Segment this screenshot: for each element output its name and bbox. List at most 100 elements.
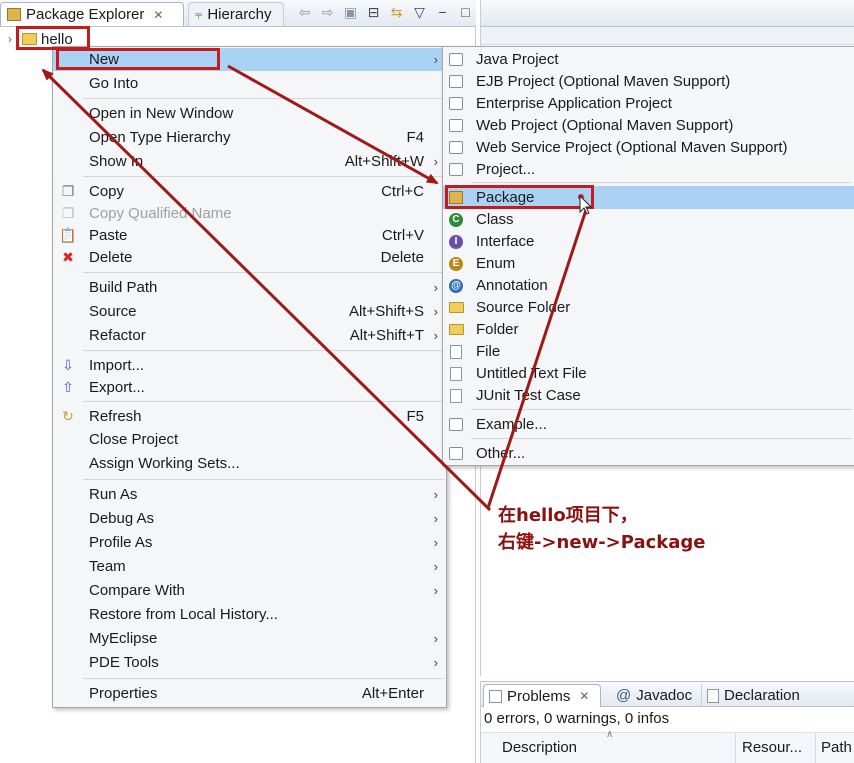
submenu-item-enum[interactable]: E Enum — [443, 252, 854, 275]
menu-item-source[interactable]: Source Alt+Shift+S › — [53, 300, 446, 323]
tab-package-explorer[interactable]: Package Explorer ✕ — [0, 2, 184, 26]
submenu-item-interface[interactable]: I Interface — [443, 230, 854, 253]
export-icon: ⇧ — [62, 379, 74, 395]
submenu-item-untitled-text-file[interactable]: Untitled Text File — [443, 362, 854, 385]
column-path[interactable]: Path — [821, 739, 852, 756]
collapse-all-icon[interactable]: ⊟ — [365, 4, 382, 21]
import-icon: ⇩ — [62, 357, 74, 373]
menu-item-myeclipse[interactable]: MyEclipse › — [53, 627, 446, 650]
annotation-icon: @ — [448, 278, 464, 294]
submenu-item-project[interactable]: Project... — [443, 158, 854, 181]
new-submenu: Java Project EJB Project (Optional Maven … — [442, 46, 854, 466]
menu-item-open-type-hierarchy[interactable]: Open Type Hierarchy F4 — [53, 126, 446, 149]
column-description[interactable]: Description — [502, 739, 577, 756]
up-icon[interactable]: ▣ — [342, 4, 359, 21]
menu-item-label: New — [89, 51, 120, 68]
close-icon[interactable]: ✕ — [153, 8, 163, 22]
menu-item-close-project[interactable]: Close Project — [53, 428, 446, 451]
menu-item-team[interactable]: Team › — [53, 555, 446, 578]
submenu-item-java-project[interactable]: Java Project — [443, 48, 854, 71]
menu-item-paste[interactable]: 📋 Paste Ctrl+V — [53, 224, 446, 247]
menu-item-run-as[interactable]: Run As › — [53, 483, 446, 506]
back-icon[interactable]: ⇦ — [296, 4, 313, 21]
submenu-item-class[interactable]: C Class — [443, 208, 854, 231]
menu-item-label: Export... — [89, 379, 145, 396]
junit-icon — [448, 388, 464, 404]
submenu-item-annotation[interactable]: @ Annotation — [443, 274, 854, 297]
minimize-icon[interactable]: − — [434, 4, 451, 21]
submenu-arrow-icon: › — [433, 487, 438, 502]
web-project-icon — [448, 118, 464, 134]
menu-item-compare-with[interactable]: Compare With › — [53, 579, 446, 602]
tab-javadoc[interactable]: @ Javadoc — [611, 684, 697, 707]
tab-declaration[interactable]: Declaration — [701, 684, 805, 707]
web-service-project-icon — [448, 140, 464, 156]
menu-item-import[interactable]: ⇩ Import... — [53, 354, 446, 377]
forward-icon[interactable]: ⇨ — [319, 4, 336, 21]
menu-item-label: Delete — [89, 249, 133, 266]
menu-item-label: File — [476, 343, 501, 360]
menu-item-label: Debug As — [89, 510, 155, 527]
menu-item-go-into[interactable]: Go Into — [53, 72, 446, 95]
menu-item-label: Annotation — [476, 277, 548, 294]
menu-item-open-in-new-window[interactable]: Open in New Window — [53, 102, 446, 125]
menu-item-label: Open in New Window — [89, 105, 234, 122]
maximize-icon[interactable]: □ — [457, 4, 474, 21]
tab-declaration-label: Declaration — [724, 687, 800, 704]
menu-item-label: EJB Project (Optional Maven Support) — [476, 73, 731, 90]
menu-item-export[interactable]: ⇧ Export... — [53, 376, 446, 399]
view-toolbar: ⇦ ⇨ ▣ ⊟ ⇆ ▽ − □ — [296, 4, 474, 21]
menu-item-delete[interactable]: ✖ Delete Delete — [53, 246, 446, 269]
file-icon — [448, 344, 464, 360]
menu-item-restore-from-local-history[interactable]: Restore from Local History... — [53, 603, 446, 626]
menu-separator — [83, 479, 444, 480]
submenu-item-ejb-project-optional-maven-support[interactable]: EJB Project (Optional Maven Support) — [443, 70, 854, 93]
menu-item-refresh[interactable]: ↻ Refresh F5 — [53, 405, 446, 428]
submenu-item-enterprise-application-project[interactable]: Enterprise Application Project — [443, 92, 854, 115]
menu-item-shortcut: Ctrl+V — [381, 227, 424, 244]
submenu-item-other[interactable]: Other... — [443, 442, 854, 465]
menu-item-copy[interactable]: ❐ Copy Ctrl+C — [53, 180, 446, 203]
view-menu-icon[interactable]: ▽ — [411, 4, 428, 21]
project-icon — [448, 162, 464, 178]
tab-hierarchy[interactable]: ⫧ Hierarchy — [188, 2, 284, 26]
menu-item-shortcut: Alt+Shift+S — [348, 303, 424, 320]
menu-item-label: PDE Tools — [89, 654, 159, 671]
menu-item-label: Profile As — [89, 534, 153, 551]
menu-item-refactor[interactable]: Refactor Alt+Shift+T › — [53, 324, 446, 347]
tab-problems[interactable]: Problems ✕ — [483, 684, 601, 707]
submenu-item-example[interactable]: Example... — [443, 413, 854, 436]
submenu-item-file[interactable]: File — [443, 340, 854, 363]
link-editor-icon[interactable]: ⇆ — [388, 4, 405, 21]
submenu-arrow-icon: › — [433, 535, 438, 550]
menu-item-label: Enum — [476, 255, 516, 272]
editor-tabbar — [481, 0, 854, 27]
menu-item-label: Team — [89, 558, 126, 575]
class-icon: C — [448, 212, 464, 228]
menu-item-assign-working-sets[interactable]: Assign Working Sets... — [53, 452, 446, 475]
menu-separator — [471, 409, 852, 410]
close-icon[interactable]: ✕ — [579, 689, 589, 703]
menu-item-debug-as[interactable]: Debug As › — [53, 507, 446, 530]
menu-item-new[interactable]: New › — [53, 48, 446, 71]
submenu-item-web-service-project-optional-maven-support[interactable]: Web Service Project (Optional Maven Supp… — [443, 136, 854, 159]
column-resource[interactable]: Resour... — [742, 739, 802, 756]
submenu-item-source-folder[interactable]: Source Folder — [443, 296, 854, 319]
interface-icon: I — [448, 234, 464, 250]
menu-item-build-path[interactable]: Build Path › — [53, 276, 446, 299]
submenu-item-folder[interactable]: Folder — [443, 318, 854, 341]
paste-icon: 📋 — [59, 227, 77, 243]
submenu-item-package[interactable]: Package — [443, 186, 854, 209]
submenu-item-junit-test-case[interactable]: JUnit Test Case — [443, 384, 854, 407]
menu-item-pde-tools[interactable]: PDE Tools › — [53, 651, 446, 674]
column-separator[interactable] — [735, 733, 736, 763]
column-separator[interactable] — [815, 733, 816, 763]
menu-item-show-in[interactable]: Show In Alt+Shift+W › — [53, 150, 446, 173]
submenu-item-web-project-optional-maven-support[interactable]: Web Project (Optional Maven Support) — [443, 114, 854, 137]
menu-item-label: Enterprise Application Project — [476, 95, 672, 112]
menu-item-profile-as[interactable]: Profile As › — [53, 531, 446, 554]
expand-chevron-icon[interactable]: › — [8, 32, 18, 46]
menu-item-properties[interactable]: Properties Alt+Enter — [53, 682, 446, 705]
menu-separator — [83, 678, 444, 679]
java-project-icon — [448, 52, 464, 68]
